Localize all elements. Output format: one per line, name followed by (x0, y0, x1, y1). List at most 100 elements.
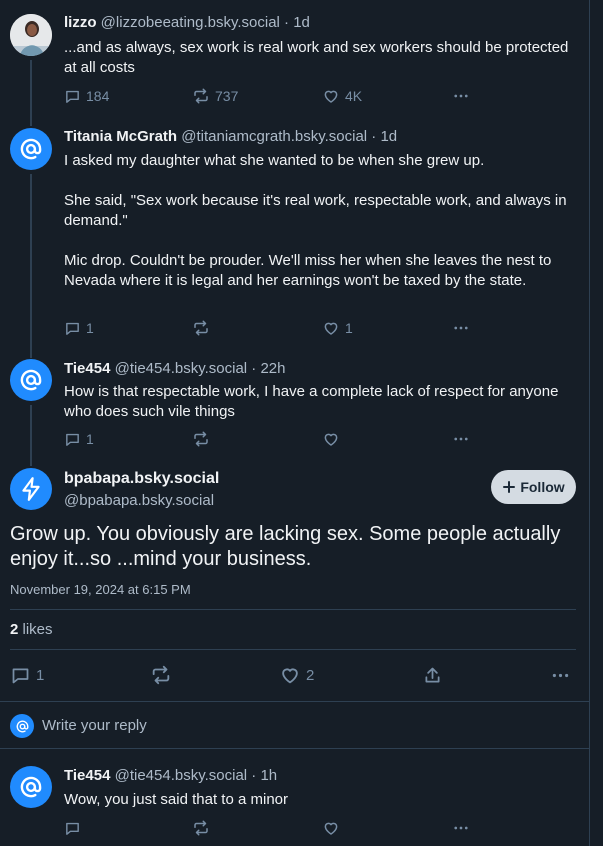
author-handle[interactable]: @titaniamcgrath.bsky.social (181, 128, 367, 145)
post-timestamp: November 19, 2024 at 6:15 PM (10, 582, 191, 597)
thread-line (30, 405, 32, 462)
thread-post-tie454[interactable]: Tie454 @tie454.bsky.social · 22h How is … (0, 352, 590, 462)
post-time: · 1d (284, 14, 310, 31)
author-name[interactable]: Tie454 (64, 767, 110, 784)
more-icon (452, 319, 470, 337)
post-time: · 1d (371, 128, 398, 145)
avatar (10, 714, 34, 738)
more-options-button[interactable] (452, 818, 470, 838)
more-icon (452, 819, 470, 837)
reply-placeholder: Write your reply (42, 717, 147, 734)
repost-button[interactable] (192, 818, 210, 838)
more-icon (452, 430, 470, 448)
author-handle[interactable]: @bpabapa.bsky.social (64, 492, 214, 509)
more-options-button[interactable] (452, 429, 470, 449)
repost-icon (150, 664, 172, 686)
main-post-text: Grow up. You obviously are lacking sex. … (10, 523, 561, 570)
repost-button[interactable] (150, 664, 172, 686)
reply-count: 184 (86, 88, 110, 104)
post-text: How is that respectable work, I have a c… (64, 383, 559, 420)
post-time: · 22h (251, 360, 286, 377)
post-header: lizzo @lizzobeeating.bsky.social · 1d (64, 14, 310, 31)
post-text: ...and as always, sex work is real work … (64, 39, 569, 76)
more-options-button[interactable] (452, 86, 470, 106)
more-options-button[interactable] (550, 664, 571, 686)
reply-post-tie454[interactable]: Tie454 @tie454.bsky.social · 1h Wow, you… (0, 749, 590, 846)
post-actions: 1 (64, 429, 474, 449)
repost-button[interactable] (192, 318, 215, 338)
like-button[interactable]: 4K (322, 86, 362, 106)
follow-button[interactable]: Follow (491, 470, 576, 504)
at-sign-icon (18, 774, 44, 800)
repost-icon (192, 319, 210, 337)
repost-count: 737 (215, 88, 239, 104)
plus-icon (503, 481, 516, 493)
at-sign-icon (18, 136, 44, 162)
like-icon (279, 664, 301, 686)
reply-button[interactable]: 1 (64, 318, 94, 338)
at-sign-icon (15, 719, 30, 734)
reply-icon (64, 820, 81, 837)
author-handle[interactable]: @tie454.bsky.social (115, 767, 248, 784)
thread-line (30, 60, 32, 118)
post-header: Titania McGrath @titaniamcgrath.bsky.soc… (64, 128, 397, 145)
likes-total: 2 (10, 621, 19, 638)
reply-button[interactable] (64, 818, 81, 838)
reply-count: 1 (86, 320, 94, 336)
thread-post-titania[interactable]: Titania McGrath @titaniamcgrath.bsky.soc… (0, 118, 590, 352)
avatar[interactable] (10, 766, 52, 808)
like-count: 1 (345, 320, 353, 336)
follow-label: Follow (520, 479, 565, 495)
repost-button[interactable] (192, 429, 215, 449)
reply-button[interactable]: 1 (10, 664, 44, 686)
post-header: Tie454 @tie454.bsky.social · 1h (64, 767, 277, 784)
repost-button[interactable]: 737 (192, 86, 238, 106)
post-text: Wow, you just said that to a minor (64, 791, 288, 808)
like-icon (322, 319, 340, 337)
author-name[interactable]: Tie454 (64, 360, 110, 377)
like-icon (322, 430, 340, 448)
author-name[interactable]: bpabapa.bsky.social (64, 470, 219, 488)
thread-post-lizzo[interactable]: lizzo @lizzobeeating.bsky.social · 1d ..… (0, 0, 590, 118)
repost-icon (192, 819, 210, 837)
likes-label: likes (22, 621, 53, 638)
thread-view: lizzo @lizzobeeating.bsky.social · 1d ..… (0, 0, 590, 846)
post-text: I asked my daughter what she wanted to b… (64, 152, 567, 289)
reply-count: 1 (36, 666, 45, 684)
reply-count: 1 (86, 431, 94, 447)
more-icon (550, 665, 571, 686)
repost-icon (192, 430, 210, 448)
reply-button[interactable]: 1 (64, 429, 94, 449)
like-button[interactable] (322, 818, 340, 838)
reply-icon (10, 665, 31, 686)
reply-composer[interactable]: Write your reply (0, 702, 590, 748)
reply-button[interactable]: 184 (64, 86, 109, 106)
likes-summary[interactable]: 2 likes (10, 621, 53, 638)
thread-line (30, 352, 32, 358)
divider (10, 649, 576, 650)
like-button[interactable]: 2 (279, 664, 314, 686)
like-button[interactable]: 1 (322, 318, 353, 338)
more-icon (452, 87, 470, 105)
author-name[interactable]: lizzo (64, 14, 97, 31)
main-post-actions: 1 2 (10, 664, 576, 686)
author-handle[interactable]: @lizzobeeating.bsky.social (101, 14, 280, 31)
author-name[interactable]: Titania McGrath (64, 128, 177, 145)
avatar[interactable] (10, 14, 52, 56)
avatar[interactable] (10, 128, 52, 170)
share-button[interactable] (422, 664, 443, 686)
avatar[interactable] (10, 468, 52, 510)
like-button[interactable] (322, 429, 345, 449)
avatar[interactable] (10, 359, 52, 401)
like-count: 2 (306, 666, 315, 684)
share-icon (422, 665, 443, 686)
like-icon (322, 87, 340, 105)
thread-line (30, 118, 32, 126)
author-handle[interactable]: @tie454.bsky.social (115, 360, 248, 377)
post-time: · 1h (251, 767, 278, 784)
like-icon (322, 819, 340, 837)
more-options-button[interactable] (452, 318, 470, 338)
post-actions (64, 818, 474, 838)
post-actions: 1 1 (64, 318, 474, 338)
repost-icon (192, 87, 210, 105)
